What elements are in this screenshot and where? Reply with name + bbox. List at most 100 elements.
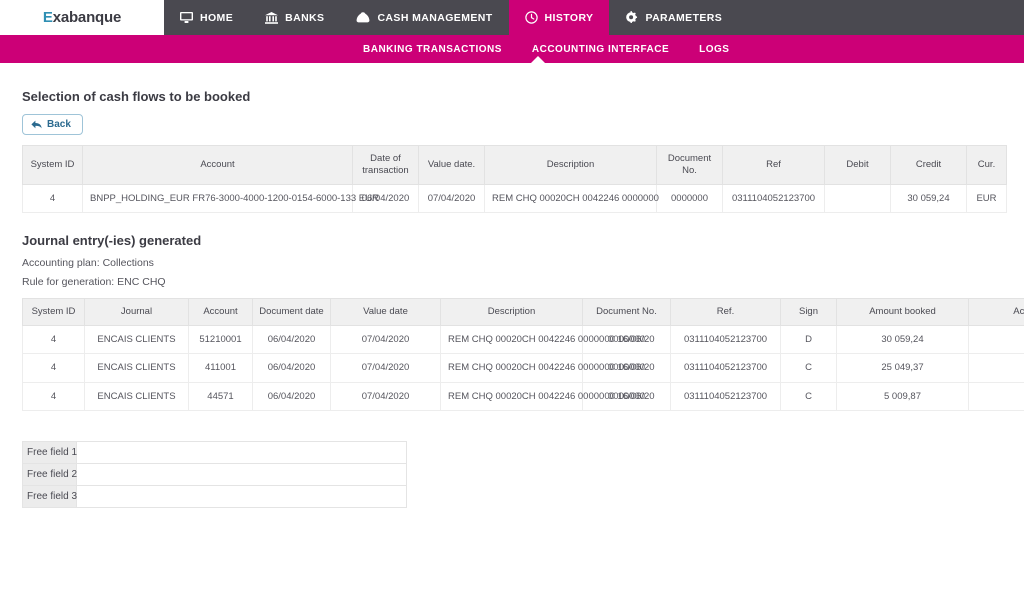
nav-item-cash-management-label: CASH MANAGEMENT <box>377 11 493 24</box>
jcell-amount-booked: 30 059,24 <box>836 324 969 355</box>
app-logo-rest: xabanque <box>52 9 122 26</box>
jcell-system-id: 4 <box>22 381 85 411</box>
free-field-2-input[interactable] <box>77 463 406 485</box>
purse-icon <box>356 12 370 23</box>
col-debit[interactable]: Debit <box>824 145 891 185</box>
col-document-no[interactable]: Document No. <box>656 145 723 185</box>
nav-item-home[interactable]: HOME <box>164 0 249 35</box>
page-title: Selection of cash flows to be booked <box>22 89 251 104</box>
jcell-value-date: 07/04/2020 <box>330 324 441 355</box>
cell-cur: EUR <box>966 183 1007 214</box>
bank-icon <box>265 11 279 24</box>
gear-icon <box>625 11 638 24</box>
cell-description: REM CHQ 00020CH 0042246 0000000 <box>484 183 659 214</box>
jcell-journal: ENCAIS CLIENTS <box>84 353 189 383</box>
page-content: Selection of cash flows to be booked Bac… <box>0 89 1024 508</box>
journal-table-header-row: System ID Journal Account Document date … <box>22 298 1024 326</box>
table-row[interactable]: 4 ENCAIS CLIENTS 51210001 06/04/2020 07/… <box>22 324 1024 355</box>
jcell-accounting-currency: EUR <box>968 381 1024 411</box>
cell-credit: 30 059,24 <box>890 183 967 214</box>
col-account[interactable]: Account <box>82 145 353 185</box>
free-field-3-input[interactable] <box>77 485 406 507</box>
active-subnav-pointer <box>530 56 546 64</box>
col-date-of-transaction[interactable]: Date of transaction <box>352 145 419 185</box>
jcol-account[interactable]: Account <box>188 298 253 326</box>
col-cur[interactable]: Cur. <box>966 145 1007 185</box>
jcell-journal: ENCAIS CLIENTS <box>84 324 189 355</box>
jcell-account: 44571 <box>188 381 253 411</box>
nav-item-parameters-label: PARAMETERS <box>645 11 723 24</box>
accounting-plan-value: Collections <box>102 257 154 270</box>
back-button[interactable]: Back <box>22 114 83 135</box>
jcol-document-date[interactable]: Document date <box>252 298 331 326</box>
jcell-accounting-currency: EUR <box>968 324 1024 355</box>
nav-item-history[interactable]: HISTORY <box>508 0 610 35</box>
free-field-1-cell <box>76 440 407 464</box>
nav-item-banks-label: BANKS <box>285 11 325 24</box>
nav-item-banks[interactable]: BANKS <box>249 0 340 35</box>
col-system-id[interactable]: System ID <box>22 145 83 185</box>
col-ref[interactable]: Ref <box>722 145 825 185</box>
monitor-icon <box>180 12 193 23</box>
subnav-item-logs[interactable]: LOGS <box>684 44 744 55</box>
jcell-description: REM CHQ 00020CH 0042246 0000000 16/06/20 <box>440 353 655 383</box>
sub-navigation-bar: BANKING TRANSACTIONS ACCOUNTING INTERFAC… <box>0 35 1024 64</box>
accounting-plan-label: Accounting plan: <box>22 257 100 270</box>
free-field-1-input[interactable] <box>77 441 406 463</box>
cell-debit <box>824 183 891 214</box>
jcell-value-date: 07/04/2020 <box>330 353 441 383</box>
jcol-journal[interactable]: Journal <box>84 298 189 326</box>
nav-item-history-label: HISTORY <box>544 11 594 24</box>
jcol-system-id[interactable]: System ID <box>22 298 85 326</box>
jcell-sign: C <box>780 381 837 411</box>
subnav-item-accounting-interface[interactable]: ACCOUNTING INTERFACE <box>517 44 684 55</box>
table-row[interactable]: 4 ENCAIS CLIENTS 411001 06/04/2020 07/04… <box>22 353 1024 383</box>
jcol-accounting-currency[interactable]: Accounting c <box>968 298 1024 326</box>
jcell-system-id: 4 <box>22 353 85 383</box>
jcell-document-date: 06/04/2020 <box>252 324 331 355</box>
app-logo[interactable]: Exabanque <box>0 0 164 35</box>
nav-item-parameters[interactable]: PARAMETERS <box>609 0 738 35</box>
jcell-sign: D <box>780 324 837 355</box>
free-field-row-3: Free field 3 <box>22 484 407 508</box>
cell-value-date: 07/04/2020 <box>418 183 485 214</box>
col-value-date[interactable]: Value date. <box>418 145 485 185</box>
table-row[interactable]: 4 BNPP_HOLDING_EUR FR76-3000-4000-1200-0… <box>22 183 1007 214</box>
rule-for-generation-line: Rule for generation: ENC CHQ <box>22 276 1002 288</box>
free-field-row-2: Free field 2 <box>22 462 407 486</box>
free-field-2-cell <box>76 462 407 486</box>
jcell-document-date: 06/04/2020 <box>252 353 331 383</box>
jcol-document-no[interactable]: Document No. <box>582 298 671 326</box>
free-field-3-cell <box>76 484 407 508</box>
jcell-amount-booked: 25 049,37 <box>836 353 969 383</box>
jcol-amount-booked[interactable]: Amount booked <box>836 298 969 326</box>
subnav-item-banking-transactions[interactable]: BANKING TRANSACTIONS <box>348 44 517 55</box>
rule-for-generation-label: Rule for generation: <box>22 276 115 289</box>
free-field-3-label: Free field 3 <box>22 484 77 508</box>
nav-item-cash-management[interactable]: CASH MANAGEMENT <box>340 0 508 35</box>
jcell-account: 411001 <box>188 353 253 383</box>
jcell-sign: C <box>780 353 837 383</box>
cell-ref: 0311104052123700 <box>722 183 825 214</box>
cashflow-table-header-row: System ID Account Date of transaction Va… <box>22 145 1007 185</box>
back-arrow-icon <box>31 120 42 129</box>
jcol-description[interactable]: Description <box>440 298 583 326</box>
app-logo-lead: E <box>42 9 53 26</box>
jcell-ref: 0311104052123700 <box>670 353 781 383</box>
jcell-ref: 0311104052123700 <box>670 381 781 411</box>
nav-item-home-label: HOME <box>200 11 234 24</box>
table-row[interactable]: 4 ENCAIS CLIENTS 44571 06/04/2020 07/04/… <box>22 381 1024 411</box>
jcol-sign[interactable]: Sign <box>780 298 837 326</box>
cell-date-of-transaction: 06/04/2020 <box>352 183 419 214</box>
jcell-description: REM CHQ 00020CH 0042246 0000000 16/06/20 <box>440 324 655 355</box>
journal-table-wrapper: System ID Journal Account Document date … <box>22 298 1024 411</box>
jcol-value-date[interactable]: Value date <box>330 298 441 326</box>
jcol-ref[interactable]: Ref. <box>670 298 781 326</box>
jcell-description: REM CHQ 00020CH 0042246 0000000 16/06/20 <box>440 381 655 411</box>
jcell-accounting-currency: EUR <box>968 353 1024 383</box>
free-field-2-label: Free field 2 <box>22 462 77 486</box>
sub-nav-items: BANKING TRANSACTIONS ACCOUNTING INTERFAC… <box>348 44 744 55</box>
col-credit[interactable]: Credit <box>890 145 967 185</box>
top-navigation-bar: Exabanque HOME BANKS CASH MANAGEMENT HIS… <box>0 0 1024 35</box>
col-description[interactable]: Description <box>484 145 657 185</box>
